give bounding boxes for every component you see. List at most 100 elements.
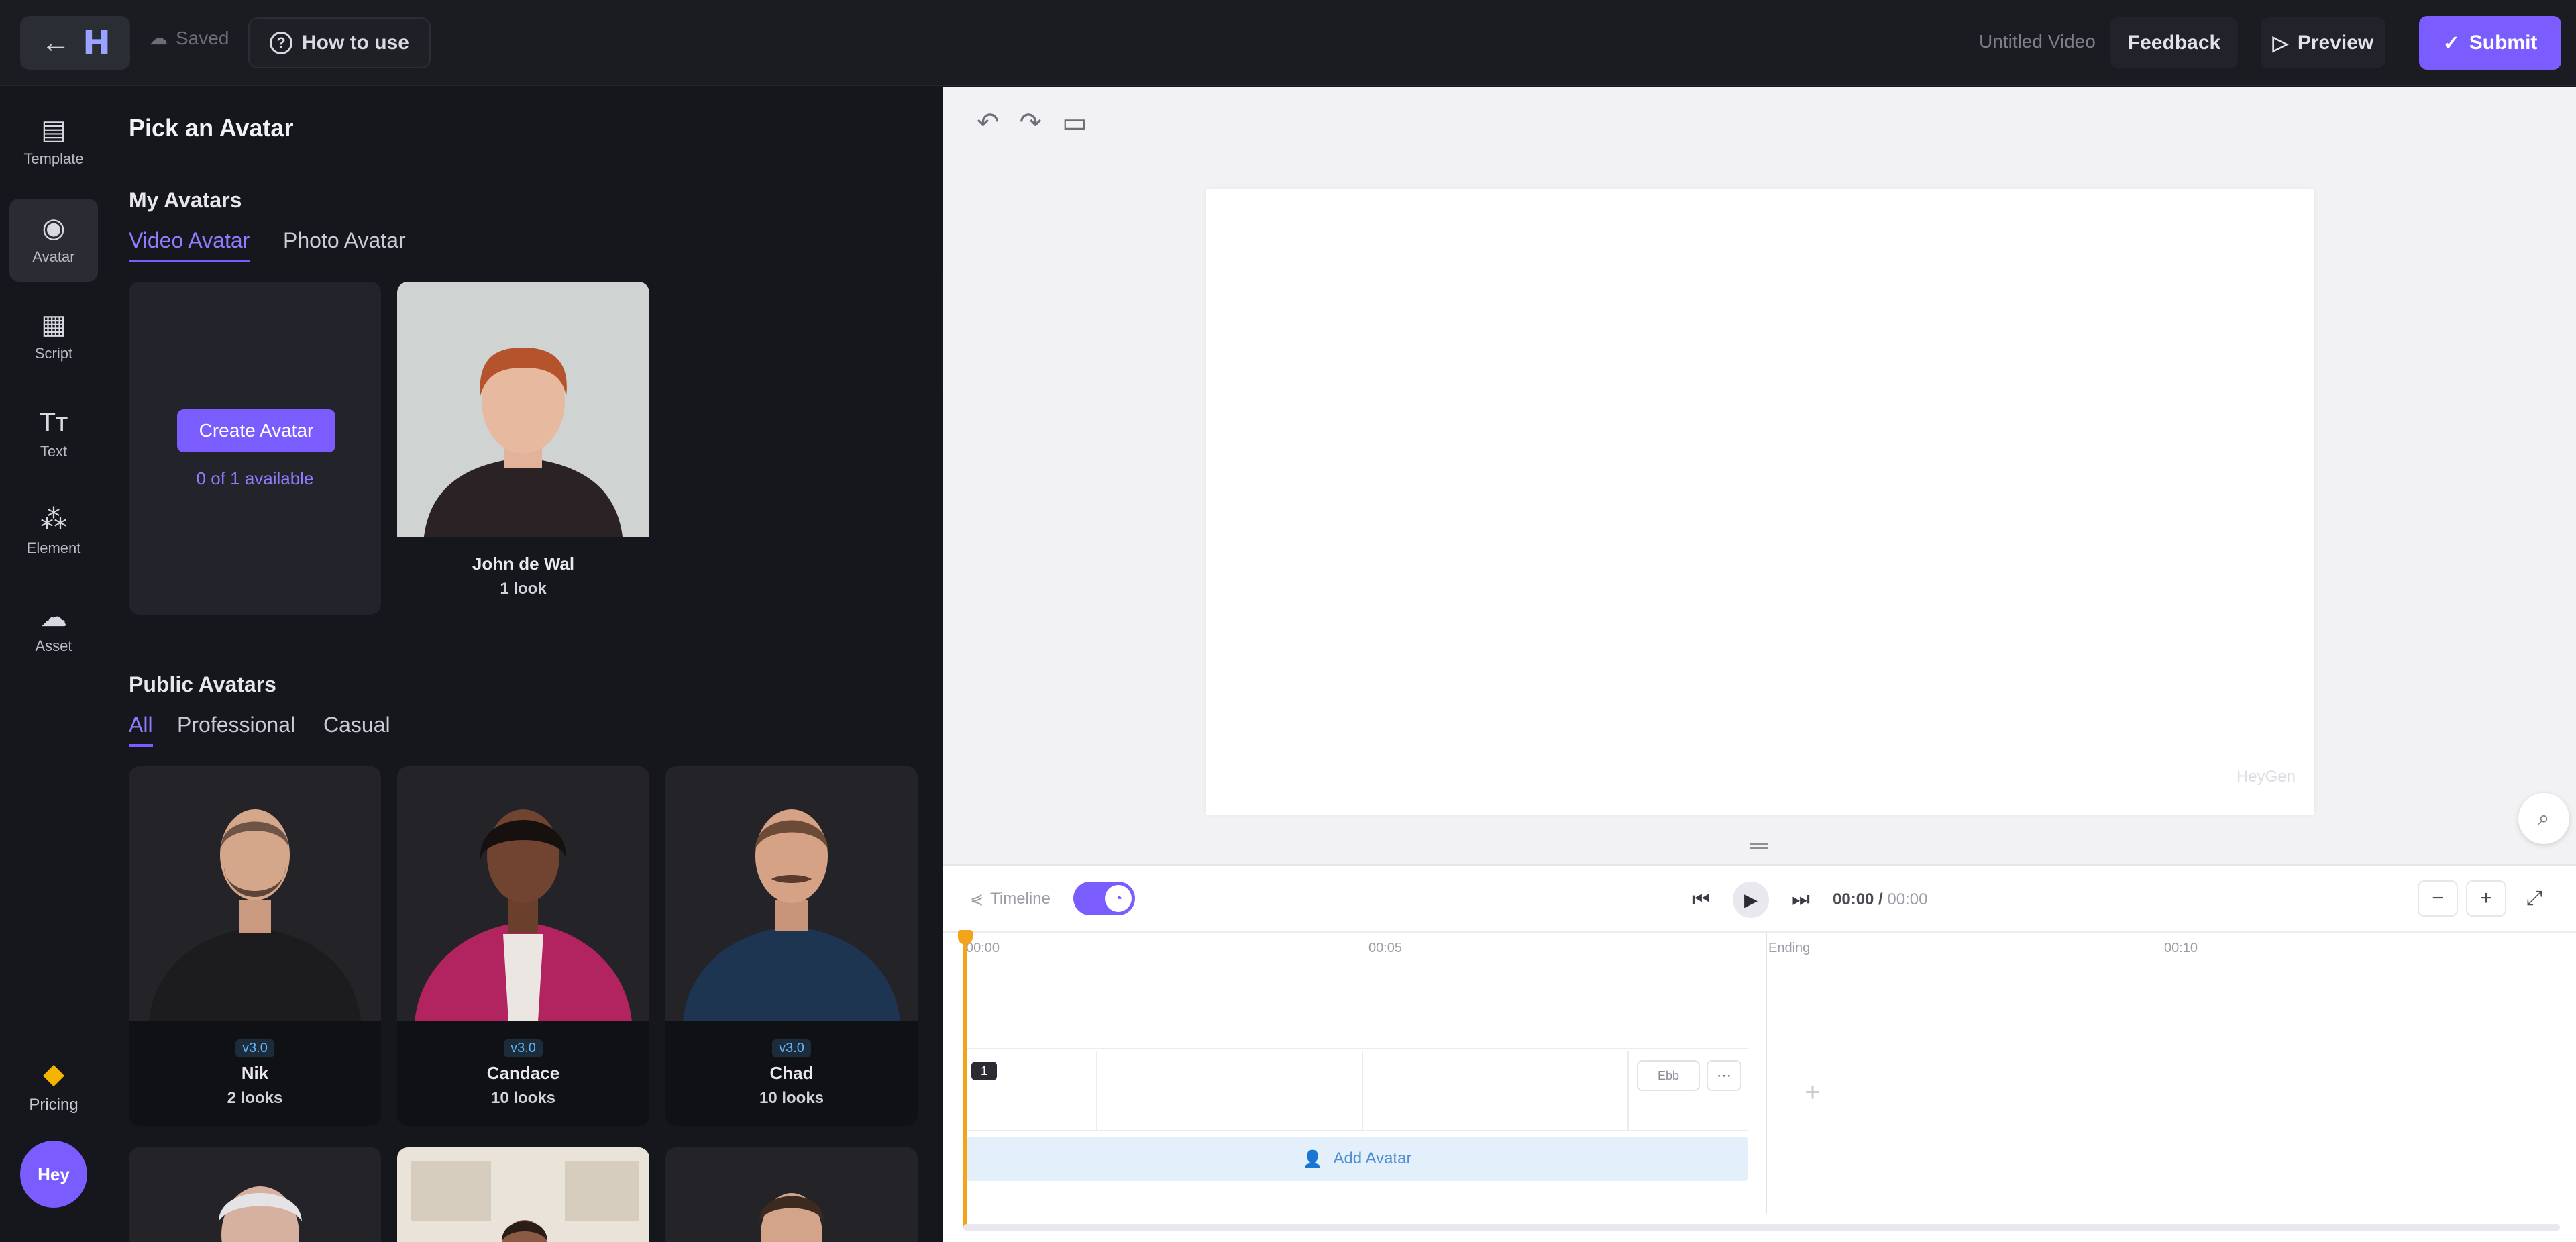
play-button[interactable]: ▶ — [1733, 882, 1769, 918]
submit-button[interactable]: ✓ Submit — [2419, 16, 2561, 70]
text-icon: Tт — [39, 408, 68, 437]
scene-track[interactable] — [966, 962, 1748, 1049]
clip-segment[interactable] — [1097, 1051, 1363, 1131]
tab-casual[interactable]: Casual — [323, 713, 390, 744]
resize-handle[interactable] — [1750, 843, 1768, 849]
clip-row[interactable]: 1 Ebb ⋯ — [966, 1051, 1748, 1131]
avatar-card-john[interactable]: John de Wal 1 look — [397, 282, 649, 615]
avatar-thumbnail — [397, 766, 649, 1021]
timeline-toggle[interactable]: ◔ — [1073, 882, 1135, 915]
avatar-looks: 10 looks — [490, 1089, 556, 1107]
skip-back-icon[interactable]: ⏮ — [1692, 888, 1710, 911]
save-status: ☁ Saved — [149, 27, 229, 49]
redo-icon[interactable]: ↷ — [1020, 107, 1042, 138]
playhead-handle[interactable] — [958, 930, 973, 945]
timeline-label: ⋞ Timeline — [970, 890, 1051, 909]
video-canvas[interactable]: HeyGen — [1206, 189, 2314, 815]
timeline-ruler: 00:00 00:05 Ending 00:10 — [966, 933, 2576, 962]
avatar-card-partial[interactable] — [665, 1147, 918, 1242]
available-count: 0 of 1 available — [196, 468, 314, 488]
heygen-logo-icon: H — [83, 23, 111, 62]
add-avatar-track[interactable]: 👤 Add Avatar — [966, 1137, 1748, 1181]
rail-item-template[interactable]: ▤ Template — [9, 101, 98, 184]
video-title[interactable]: Untitled Video — [1979, 31, 2096, 52]
fullscreen-icon[interactable]: ⤢ — [2514, 880, 2555, 917]
rail-item-label: Text — [40, 443, 68, 460]
time-readout: 00:00 / 00:00 — [1833, 890, 1928, 909]
check-icon: ✓ — [2443, 32, 2460, 54]
avatar-name: John de Wal — [472, 553, 575, 574]
rail-item-asset[interactable]: ☁ Asset — [9, 588, 98, 671]
zoom-in-button[interactable]: + — [2466, 880, 2506, 917]
avatar-thumbnail — [665, 1147, 918, 1242]
avatar-thumbnail — [665, 766, 918, 1021]
avatar-panel: Pick an Avatar My Avatars Video Avatar P… — [107, 87, 943, 1242]
clip-number-badge: 1 — [971, 1062, 997, 1080]
avatar-card-candace[interactable]: v3.0 Candace 10 looks — [397, 766, 649, 1126]
diamond-icon: ◆ — [42, 1057, 65, 1089]
profile-avatar[interactable]: Hey — [20, 1141, 87, 1208]
screen-icon[interactable]: ▭ — [1062, 107, 1087, 138]
clip-segment[interactable] — [1363, 1051, 1629, 1131]
back-button[interactable]: ← H — [20, 16, 130, 70]
panel-title: Pick an Avatar — [129, 114, 294, 142]
element-icon: ⁂ — [40, 505, 67, 534]
time-total: 00:00 — [1887, 890, 1928, 909]
add-scene-button[interactable]: + — [1787, 1067, 1838, 1118]
timeline-zoom-controls: − + ⤢ — [2418, 880, 2555, 917]
toggle-knob: ◔ — [1105, 885, 1132, 912]
avatar-card-partial[interactable] — [129, 1147, 381, 1242]
avatar-thumbnail — [129, 1147, 381, 1242]
preview-label: Preview — [2297, 32, 2374, 54]
workspace: ↶ ↷ ▭ HeyGen ⌕ ⋞ Timeline ◔ ⏮ ▶ ⏭ 00:00 … — [943, 87, 2576, 1242]
tab-professional[interactable]: Professional — [177, 713, 295, 744]
how-to-use-button[interactable]: ? How to use — [248, 17, 431, 68]
public-avatars-title: Public Avatars — [129, 672, 276, 696]
avatar-name: Candace — [486, 1063, 560, 1083]
avatar-thumbnail — [397, 282, 649, 537]
save-status-label: Saved — [176, 27, 229, 48]
ruler-mark: Ending — [1768, 941, 1811, 955]
avatar-card-partial[interactable] — [397, 1147, 649, 1242]
upload-cloud-icon: ☁ — [40, 603, 67, 632]
how-to-use-label: How to use — [301, 32, 409, 54]
pricing-button[interactable]: ◆ Pricing — [9, 1040, 98, 1134]
skip-forward-icon[interactable]: ⏭ — [1792, 888, 1810, 911]
timeline-scrollbar[interactable] — [963, 1224, 2560, 1231]
avatar-name: Chad — [769, 1063, 814, 1083]
clip-tag[interactable]: Ebb — [1637, 1060, 1700, 1091]
avatar-card-footer: John de Wal 1 look — [397, 537, 649, 615]
zoom-fit-button[interactable]: ⌕ — [2518, 793, 2569, 844]
create-avatar-button[interactable]: Create Avatar — [177, 409, 335, 452]
timeline-label-text: Timeline — [990, 890, 1051, 908]
rail-item-script[interactable]: ▦ Script — [9, 295, 98, 378]
avatar-looks: 10 looks — [759, 1089, 824, 1107]
pricing-label: Pricing — [29, 1096, 78, 1114]
playhead[interactable] — [963, 933, 967, 1228]
tab-all[interactable]: All — [129, 713, 153, 747]
tab-video-avatar[interactable]: Video Avatar — [129, 228, 250, 262]
arrow-left-icon: ← — [41, 26, 71, 59]
time-current: 00:00 — [1833, 890, 1874, 909]
submit-label: Submit — [2469, 32, 2538, 54]
preview-button[interactable]: ▷ Preview — [2261, 17, 2385, 68]
avatar-thumbnail — [397, 1147, 649, 1242]
version-badge: v3.0 — [504, 1039, 543, 1057]
rail-item-label: Element — [26, 539, 81, 556]
top-bar: ← H ☁ Saved ? How to use Untitled Video … — [0, 0, 2576, 86]
rail-item-label: Asset — [35, 637, 72, 654]
avatar-icon: ◉ — [42, 213, 66, 243]
rail-item-element[interactable]: ⁂ Element — [9, 490, 98, 573]
zoom-out-button[interactable]: − — [2418, 880, 2458, 917]
undo-icon[interactable]: ↶ — [977, 107, 1000, 138]
ruler-mark: 00:00 — [966, 941, 1000, 955]
avatar-card-chad[interactable]: v3.0 Chad 10 looks — [665, 766, 918, 1126]
tab-photo-avatar[interactable]: Photo Avatar — [283, 228, 406, 260]
avatar-name: Nik — [241, 1063, 269, 1083]
rail-item-text[interactable]: Tт Text — [9, 393, 98, 476]
feedback-button[interactable]: Feedback — [2110, 17, 2238, 68]
play-outline-icon: ▷ — [2272, 32, 2288, 54]
avatar-card-nik[interactable]: v3.0 Nik 2 looks — [129, 766, 381, 1126]
rail-item-avatar[interactable]: ◉ Avatar — [9, 199, 98, 282]
more-icon[interactable]: ⋯ — [1707, 1060, 1741, 1091]
